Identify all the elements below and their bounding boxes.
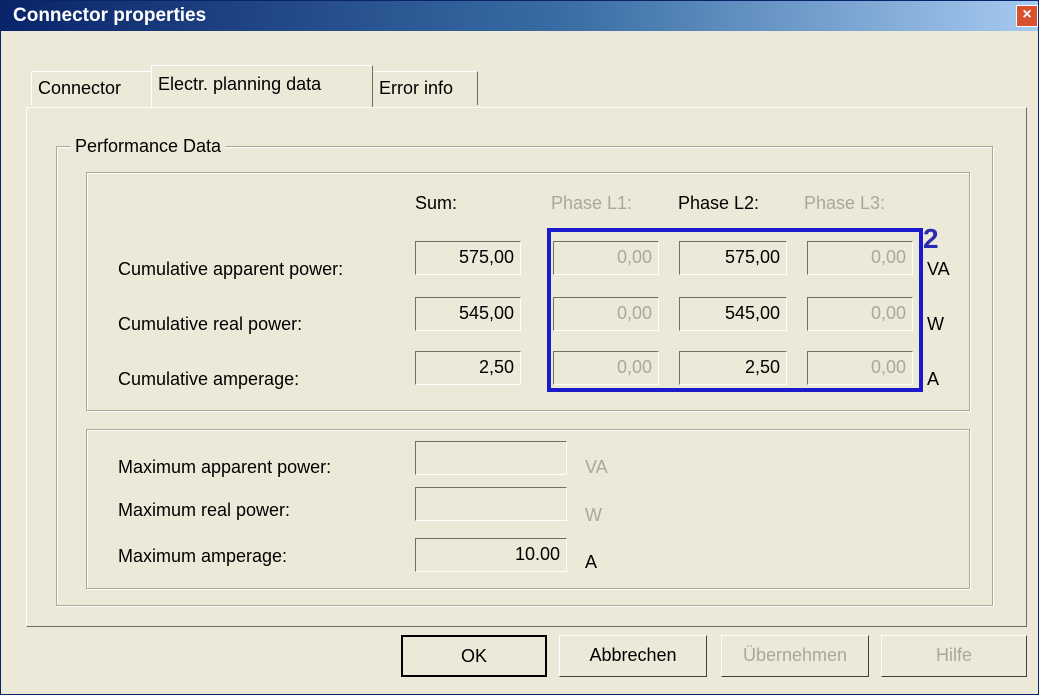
maximum-apparent-power-field: [415, 441, 567, 475]
sum-apparent-power-field[interactable]: 575,00: [415, 241, 521, 275]
performance-data-title: Performance Data: [71, 136, 226, 156]
help-button[interactable]: Hilfe: [881, 635, 1027, 677]
ok-button[interactable]: OK: [401, 635, 547, 677]
maximum-apparent-power-label: Maximum apparent power:: [118, 457, 332, 477]
callout-marker: 2: [923, 223, 939, 254]
close-icon[interactable]: ×: [1016, 5, 1038, 27]
maximum-unit-a: A: [585, 552, 598, 572]
column-phase-l1: Phase L1:: [551, 193, 633, 213]
phase-highlight-box: [547, 228, 923, 392]
maximum-real-power-field: [415, 487, 567, 521]
cumulative-real-power-label: Cumulative real power:: [118, 314, 303, 334]
cumulative-apparent-power-label: Cumulative apparent power:: [118, 259, 344, 279]
tab-error-info[interactable]: Error info: [372, 71, 478, 105]
column-phase-l2: Phase L2:: [678, 193, 760, 213]
window-title: Connector properties: [13, 5, 207, 26]
maximum-unit-va: VA: [585, 457, 608, 477]
tab-electr-planning-data[interactable]: Electr. planning data: [151, 65, 373, 107]
maximum-amperage-field[interactable]: 10.00: [415, 538, 567, 572]
unit-a: A: [927, 369, 940, 389]
maximum-amperage-label: Maximum amperage:: [118, 546, 288, 566]
column-phase-l3: Phase L3:: [804, 193, 886, 213]
maximum-real-power-label: Maximum real power:: [118, 500, 291, 520]
cumulative-amperage-label: Cumulative amperage:: [118, 369, 300, 389]
apply-button[interactable]: Übernehmen: [721, 635, 869, 677]
title-bar[interactable]: Connector properties ×: [1, 1, 1038, 31]
tab-connector[interactable]: Connector: [31, 71, 152, 105]
maximum-unit-w: W: [585, 505, 602, 525]
cancel-button[interactable]: Abbrechen: [559, 635, 707, 677]
unit-va: VA: [927, 259, 950, 279]
sum-real-power-field[interactable]: 545,00: [415, 297, 521, 331]
sum-amperage-field[interactable]: 2,50: [415, 351, 521, 385]
dialog-window: Connector properties × Connector Electr.…: [0, 0, 1039, 695]
column-sum: Sum:: [415, 193, 458, 213]
unit-w: W: [927, 314, 944, 334]
